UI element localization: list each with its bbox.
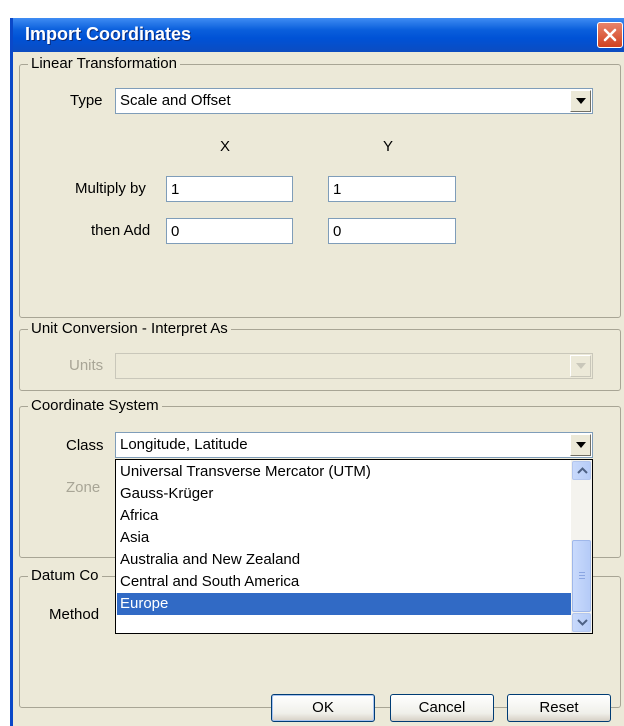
close-icon — [603, 28, 617, 42]
chevron-down-icon — [576, 442, 586, 448]
zone-label: Zone — [66, 479, 101, 496]
class-option[interactable]: Australia and New Zealand — [117, 549, 571, 571]
class-select[interactable]: Longitude, Latitude — [115, 432, 593, 458]
title-bar[interactable]: Import Coordinates — [13, 18, 624, 52]
dialog-title: Import Coordinates — [25, 24, 192, 44]
method-label: Method — [49, 606, 100, 623]
linear-transformation-legend: Linear Transformation — [31, 55, 177, 72]
add-y-input[interactable] — [329, 219, 455, 243]
reset-button[interactable]: Reset — [507, 694, 611, 722]
units-label: Units — [69, 357, 104, 374]
class-dropdown-button[interactable] — [570, 434, 591, 456]
class-select-value: Longitude, Latitude — [120, 436, 248, 453]
class-option-selected[interactable]: Europe — [117, 593, 571, 615]
add-x-field[interactable] — [166, 218, 293, 244]
type-dropdown-button[interactable] — [570, 90, 591, 112]
class-dropdown-list[interactable]: Universal Transverse Mercator (UTM) Gaus… — [115, 459, 593, 634]
class-option[interactable]: Central and South America — [117, 571, 571, 593]
add-y-field[interactable] — [328, 218, 456, 244]
class-option[interactable]: Africa — [117, 505, 571, 527]
chevron-up-icon — [577, 467, 588, 474]
column-y-header: Y — [383, 138, 394, 155]
class-option[interactable]: Gauss-Krüger — [117, 483, 571, 505]
type-select-value: Scale and Offset — [120, 92, 231, 109]
datum-conversion-legend: Datum Co — [31, 567, 99, 584]
scroll-thumb[interactable] — [572, 540, 591, 612]
multiply-by-label: Multiply by — [75, 180, 146, 197]
scroll-up-button[interactable] — [572, 461, 591, 480]
then-add-label: then Add — [91, 222, 151, 239]
multiply-y-field[interactable] — [328, 176, 456, 202]
coordinate-system-legend: Coordinate System — [31, 397, 159, 414]
import-coordinates-dialog: Import Coordinates Linear Transformation… — [10, 18, 624, 726]
scroll-down-button[interactable] — [572, 613, 591, 632]
class-option[interactable]: Asia — [117, 527, 571, 549]
dropdown-scrollbar[interactable] — [571, 460, 592, 633]
unit-conversion-legend: Unit Conversion - Interpret As — [31, 320, 228, 337]
add-x-input[interactable] — [167, 219, 292, 243]
multiply-x-field[interactable] — [166, 176, 293, 202]
type-select[interactable]: Scale and Offset — [115, 88, 593, 114]
close-button[interactable] — [597, 22, 623, 48]
class-option[interactable]: Universal Transverse Mercator (UTM) — [117, 461, 571, 483]
class-label: Class — [66, 437, 104, 454]
column-x-header: X — [220, 138, 231, 155]
chevron-down-icon — [577, 619, 588, 626]
units-dropdown-button — [570, 355, 591, 377]
multiply-y-input[interactable] — [329, 177, 455, 201]
chevron-down-icon — [576, 363, 586, 369]
units-select — [115, 353, 593, 379]
multiply-x-input[interactable] — [167, 177, 292, 201]
chevron-down-icon — [576, 98, 586, 104]
cancel-button[interactable]: Cancel — [390, 694, 494, 722]
ok-button[interactable]: OK — [271, 694, 375, 722]
type-label: Type — [70, 92, 103, 109]
